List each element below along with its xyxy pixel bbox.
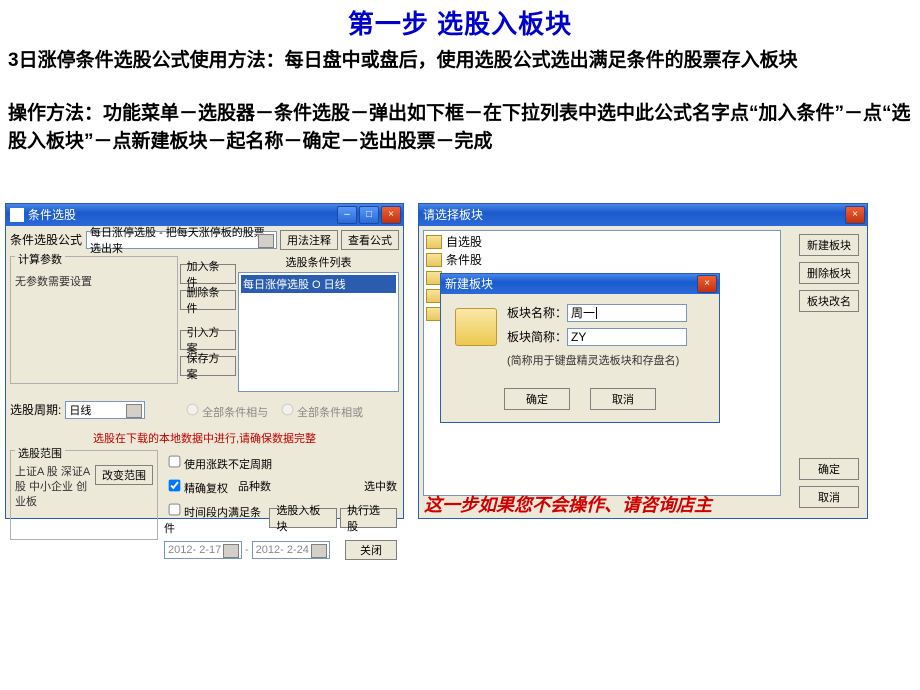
cycle-combo[interactable]: 日线 — [65, 401, 145, 419]
block-short-label: 板块简称： — [507, 328, 567, 345]
close-icon[interactable]: × — [381, 206, 401, 224]
delete-condition-button[interactable]: 删除条件 — [180, 290, 236, 310]
description-2: 操作方法：功能菜单－选股器－条件选股－弹出如下框－在下拉列表中选中此公式名字点“… — [0, 94, 920, 157]
view-formula-button[interactable]: 查看公式 — [341, 230, 399, 250]
maximize-icon[interactable]: □ — [359, 206, 379, 224]
window-titlebar[interactable]: 请选择板块 × — [419, 204, 867, 226]
window-title: 条件选股 — [28, 206, 76, 223]
new-block-button[interactable]: 新建板块 — [799, 234, 859, 256]
scope-group-title: 选股范围 — [15, 445, 65, 461]
page-title: 第一步 选股入板块 — [0, 0, 920, 41]
run-selection-button[interactable]: 执行选股 — [340, 508, 397, 528]
params-text: 无参数需要设置 — [15, 273, 173, 289]
condition-list-header: 选股条件列表 — [238, 254, 399, 270]
variety-count-label: 品种数 — [238, 478, 271, 494]
params-group-title: 计算参数 — [15, 251, 65, 267]
window-titlebar[interactable]: 条件选股 – □ × — [6, 204, 403, 226]
folder-icon — [426, 253, 442, 267]
dialog-ok-button[interactable]: 确定 — [504, 388, 570, 410]
formula-combo[interactable]: 每日涨停选股 - 把每天涨停板的股票选出来 — [86, 231, 277, 249]
description-1: 3日涨停条件选股公式使用方法：每日盘中或盘后，使用选股公式选出满足条件的股票存入… — [0, 41, 920, 76]
import-scheme-button[interactable]: 引入方案 — [180, 330, 236, 350]
delete-block-button[interactable]: 删除板块 — [799, 262, 859, 284]
rename-block-button[interactable]: 板块改名 — [799, 290, 859, 312]
cycle-label: 选股周期: — [10, 401, 61, 418]
block-short-input[interactable]: ZY — [567, 328, 687, 346]
dialog-hint: (简称用于键盘精灵选板块和存盘名) — [507, 352, 709, 368]
dialog-title: 新建板块 — [445, 275, 493, 292]
minimize-icon[interactable]: – — [337, 206, 357, 224]
tree-node[interactable]: 条件股 — [426, 251, 778, 269]
block-name-label: 板块名称： — [507, 304, 567, 321]
block-name-input[interactable]: 周一 — [567, 304, 687, 322]
add-condition-button[interactable]: 加入条件 — [180, 264, 236, 284]
select-to-block-button[interactable]: 选股入板块 — [269, 508, 337, 528]
conditional-stock-window: 条件选股 – □ × 条件选股公式 每日涨停选股 - 把每天涨停板的股票选出来 … — [5, 203, 404, 519]
selected-count-label: 选中数 — [364, 478, 397, 494]
window-title: 请选择板块 — [423, 206, 483, 223]
list-item[interactable]: 每日涨停选股 O 日线 — [241, 275, 396, 293]
chk-time[interactable]: 时间段内满足条件 — [164, 500, 269, 536]
dialog-titlebar[interactable]: 新建板块 × — [441, 274, 719, 294]
chk-fuquan[interactable]: 精确复权 — [164, 476, 228, 496]
condition-listbox[interactable]: 每日涨停选股 O 日线 — [238, 272, 399, 392]
annotation-text: 这一步如果您不会操作、请咨询店主 — [424, 491, 712, 517]
change-scope-button[interactable]: 改变范围 — [95, 465, 153, 485]
scope-text: 上证A 股 深证A 股 中小企业 创业板 — [15, 465, 92, 511]
dialog-cancel-button[interactable]: 取消 — [590, 388, 656, 410]
radio-or[interactable]: 全部条件相或 — [276, 400, 363, 420]
close-icon[interactable]: × — [697, 275, 717, 293]
close-button[interactable]: 关闭 — [345, 540, 397, 560]
save-scheme-button[interactable]: 保存方案 — [180, 356, 236, 376]
chk-cycle[interactable]: 使用涨跌不定周期 — [164, 452, 272, 472]
warning-text: 选股在下载的本地数据中进行,请确保数据完整 — [10, 428, 399, 448]
folder-icon — [455, 308, 497, 346]
date-to-combo[interactable]: 2012- 2-24 — [252, 541, 330, 559]
cancel-button[interactable]: 取消 — [799, 486, 859, 508]
ok-button[interactable]: 确定 — [799, 458, 859, 480]
usage-button[interactable]: 用法注释 — [280, 230, 338, 250]
date-from-combo[interactable]: 2012- 2-17 — [164, 541, 242, 559]
tree-node[interactable]: 自选股 — [426, 233, 778, 251]
folder-icon — [426, 235, 442, 249]
formula-label: 条件选股公式 — [10, 231, 82, 248]
new-block-dialog: 新建板块 × 板块名称： 周一 板块简称： ZY (简称用于键盘精灵选板块和存盘… — [440, 273, 720, 423]
app-icon — [10, 208, 24, 222]
close-icon[interactable]: × — [845, 206, 865, 224]
radio-and[interactable]: 全部条件相与 — [181, 400, 268, 420]
